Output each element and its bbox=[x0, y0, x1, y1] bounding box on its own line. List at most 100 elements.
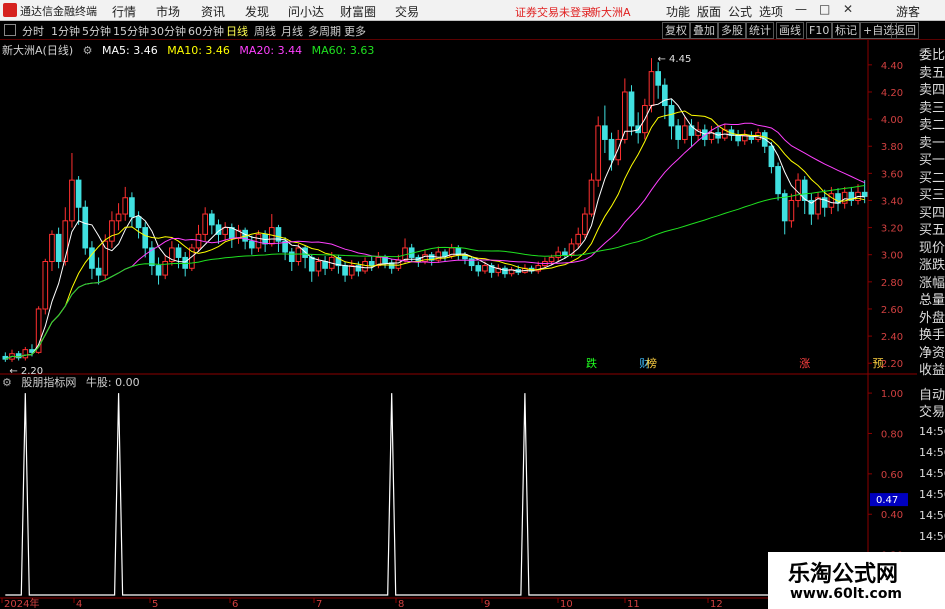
candle-body bbox=[82, 206, 89, 249]
candle-body bbox=[442, 251, 448, 257]
candle-body bbox=[22, 349, 29, 359]
biaoji-button[interactable]: 标记 bbox=[832, 22, 860, 39]
menu-gongshi[interactable]: 公式 bbox=[728, 3, 752, 20]
price-tick-label: 2.60 bbox=[881, 305, 903, 316]
trade-time: 14:56 bbox=[919, 509, 945, 522]
quote-item: 现价 bbox=[919, 240, 945, 256]
auto-trade-item[interactable]: 交易 bbox=[919, 401, 945, 420]
menu-jiaoyi[interactable]: 交易 bbox=[395, 3, 419, 20]
quote-item: 净资 bbox=[919, 345, 945, 361]
window-stock-title: 新大洲A bbox=[590, 6, 631, 19]
menu-zixun[interactable]: 资讯 bbox=[201, 3, 225, 20]
sub-settings-gear-icon[interactable]: ⚙ bbox=[2, 376, 12, 389]
period-15min[interactable]: 15分钟 bbox=[113, 23, 149, 39]
trade-time: 14:56 bbox=[919, 488, 945, 501]
quote-item: 涨幅 bbox=[919, 275, 945, 291]
huaxian-button[interactable]: 画线 bbox=[776, 22, 804, 39]
period-1min[interactable]: 1分钟 bbox=[51, 23, 80, 39]
menu-banmian[interactable]: 版面 bbox=[697, 3, 721, 20]
quote-item: 收益 bbox=[919, 363, 945, 378]
candle-body bbox=[89, 247, 95, 269]
duogu-button[interactable]: 多股 bbox=[718, 22, 746, 39]
candle-body bbox=[788, 199, 795, 222]
period-multi[interactable]: 多周期 bbox=[308, 23, 341, 39]
kline-chart[interactable]: ← 4.45← 2.20跌 财榜涨预 4.404.204.003.803.603.… bbox=[0, 40, 917, 609]
candle-body bbox=[475, 265, 482, 272]
maximize-icon[interactable]: □ bbox=[819, 2, 830, 16]
period-5min[interactable]: 5分钟 bbox=[82, 23, 111, 39]
menu-hangqing[interactable]: 行情 bbox=[112, 3, 136, 20]
f10-button[interactable]: F10 bbox=[806, 22, 833, 39]
candle-body bbox=[115, 213, 122, 222]
sub-tick-label: 1.00 bbox=[881, 389, 903, 400]
price-tick-label: 2.40 bbox=[881, 332, 903, 343]
period-monthly[interactable]: 月线 bbox=[281, 23, 303, 39]
minimize-icon[interactable]: — bbox=[795, 2, 807, 16]
diejia-button[interactable]: 叠加 bbox=[690, 22, 718, 39]
sub-tick-label: 0.40 bbox=[881, 510, 903, 521]
candle-body bbox=[395, 259, 402, 269]
candle-body bbox=[288, 251, 295, 263]
period-more[interactable]: 更多 bbox=[344, 23, 366, 39]
sub-indicator-value: 牛股: 0.00 bbox=[85, 376, 140, 389]
date-tick-label: 12 bbox=[710, 599, 723, 609]
trade-login-alert[interactable]: 证券交易未登录 bbox=[515, 4, 592, 20]
menu-caifuquan[interactable]: 财富圈 bbox=[340, 3, 376, 20]
menu-faxian[interactable]: 发现 bbox=[245, 3, 269, 20]
menu-shichang[interactable]: 市场 bbox=[156, 3, 180, 20]
period-fenshi[interactable]: 分时 bbox=[22, 23, 44, 39]
period-weekly[interactable]: 周线 bbox=[254, 23, 276, 39]
quote-item: 买二 bbox=[919, 170, 945, 186]
date-tick-label: 5 bbox=[152, 599, 158, 609]
candle-body bbox=[248, 240, 255, 249]
candle-body bbox=[322, 261, 328, 269]
menu-xuanxiang[interactable]: 选项 bbox=[759, 3, 783, 20]
app-name: 通达信金融终端 bbox=[20, 5, 97, 18]
toolbar-toggle-icon[interactable] bbox=[4, 24, 16, 36]
event-marker: 涨 bbox=[799, 357, 810, 370]
candle-body bbox=[135, 216, 142, 229]
date-tick-label: 6 bbox=[232, 599, 238, 609]
trade-time: 14:56 bbox=[919, 467, 945, 480]
candle-body bbox=[95, 267, 102, 276]
candle-body bbox=[295, 247, 302, 263]
ma-line-ma20 bbox=[5, 122, 865, 360]
price-tick-label: 3.60 bbox=[881, 169, 903, 180]
candle-body bbox=[362, 261, 368, 272]
candle-body bbox=[342, 265, 348, 276]
candle-body bbox=[482, 265, 488, 272]
settings-gear-icon[interactable]: ⚙ bbox=[83, 44, 93, 57]
candle-body bbox=[62, 220, 69, 263]
guest-login[interactable]: 游客 bbox=[896, 3, 920, 20]
candle-body bbox=[668, 105, 675, 127]
candle-body bbox=[302, 247, 308, 258]
quote-item: 卖五 bbox=[919, 65, 945, 81]
candle-body bbox=[648, 71, 655, 107]
close-icon[interactable]: ✕ bbox=[843, 2, 853, 16]
menu-wenxiaoda[interactable]: 问小达 bbox=[288, 3, 324, 20]
date-tick-label: 8 bbox=[398, 599, 404, 609]
candle-body bbox=[55, 233, 62, 263]
candle-body bbox=[841, 191, 848, 204]
period-daily[interactable]: 日线 bbox=[226, 23, 248, 39]
back-button[interactable]: 返回 bbox=[891, 22, 919, 39]
price-tick-label: 3.20 bbox=[881, 224, 903, 235]
watermark-url: www.60lt.com bbox=[790, 586, 903, 602]
main-chart-title: 新大洲A(日线) bbox=[2, 44, 74, 57]
period-30min[interactable]: 30分钟 bbox=[150, 23, 186, 39]
app-logo-icon bbox=[3, 3, 17, 17]
quote-item: 买三 bbox=[919, 188, 945, 203]
price-tick-label: 4.40 bbox=[881, 61, 903, 72]
candle-body bbox=[735, 134, 741, 142]
candle-body bbox=[661, 84, 668, 107]
ma5-label: MA5: 3.46 bbox=[101, 44, 158, 57]
fuquan-button[interactable]: 复权 bbox=[662, 22, 690, 39]
period-60min[interactable]: 60分钟 bbox=[188, 23, 224, 39]
candle-body bbox=[42, 261, 49, 310]
candle-body bbox=[562, 251, 568, 256]
candle-body bbox=[315, 261, 322, 272]
quote-sidebar: 委比 卖五 卖四 卖三 卖二 卖一 买一 买二 买三 买四 买五 现价 涨跌 涨幅 总量 外盘 换手 净资 收益 自动… bbox=[917, 40, 945, 609]
menu-gongneng[interactable]: 功能 bbox=[666, 3, 690, 20]
tongji-button[interactable]: 统计 bbox=[746, 22, 774, 39]
sub-tick-label: 0.80 bbox=[881, 429, 903, 440]
